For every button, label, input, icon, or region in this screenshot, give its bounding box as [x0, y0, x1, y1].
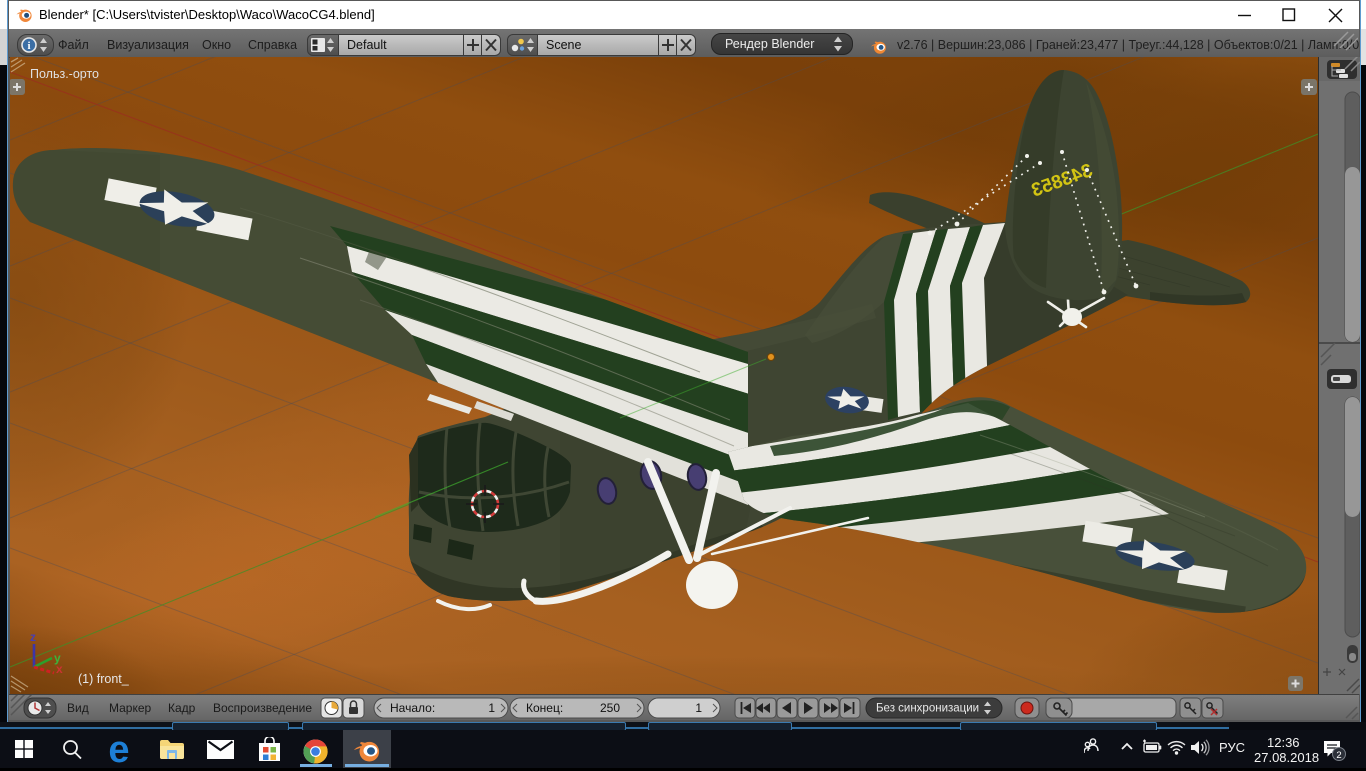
svg-text:Маркер: Маркер: [109, 701, 152, 715]
svg-text:Начало:: Начало:: [390, 701, 435, 715]
svg-text:2: 2: [1336, 750, 1341, 761]
svg-text:z: z: [30, 630, 36, 644]
svg-text:Вид: Вид: [67, 701, 89, 715]
svg-text:i: i: [27, 40, 30, 52]
svg-text:250: 250: [600, 701, 620, 715]
svg-text:Воспроизведение: Воспроизведение: [213, 701, 312, 715]
svg-text:Конец:: Конец:: [526, 701, 563, 715]
svg-text:Кадр: Кадр: [168, 701, 196, 715]
svg-text:1: 1: [488, 701, 495, 715]
svg-text:(1) front_: (1) front_: [78, 672, 130, 686]
svg-text:Без синхронизации: Без синхронизации: [876, 703, 979, 715]
svg-text:x: x: [56, 662, 63, 676]
svg-text:Польз.-орто: Польз.-орто: [30, 67, 99, 81]
svg-text:1: 1: [695, 701, 702, 715]
svg-text:РУС: РУС: [1219, 740, 1245, 755]
svg-text:27.08.2018: 27.08.2018: [1254, 750, 1319, 765]
svg-text:12:36: 12:36: [1267, 737, 1300, 750]
